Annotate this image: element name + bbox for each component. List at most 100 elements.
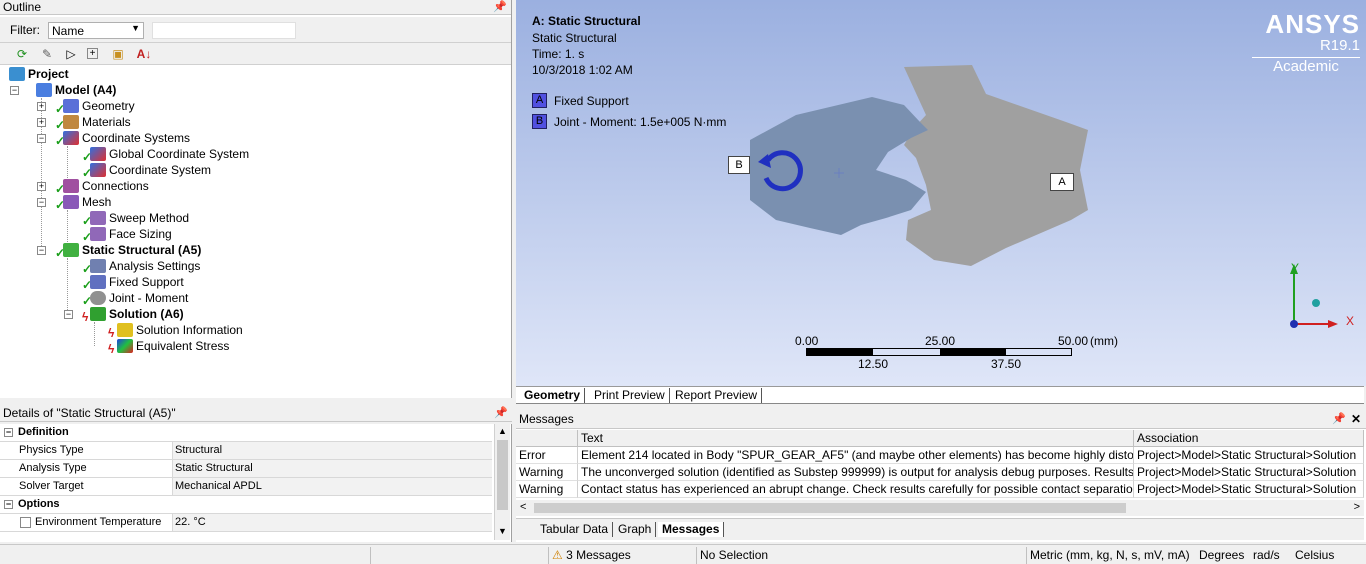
expand-icon[interactable]: + — [37, 102, 46, 111]
message-association[interactable]: Project>Model>Static Structural>Solution — [1134, 447, 1364, 464]
tree-node-coordinate-system[interactable]: Coordinate System — [90, 162, 211, 178]
expand-icon[interactable]: + — [37, 118, 46, 127]
messages-hscrollbar[interactable]: < > — [516, 500, 1364, 516]
tree-node-global-coordinate-system[interactable]: Global Coordinate System — [90, 146, 249, 162]
status-messages[interactable]: ⚠ 3 Messages — [548, 547, 696, 564]
chevron-right-icon[interactable]: > — [1354, 501, 1360, 513]
pin-icon[interactable]: 📌 — [494, 405, 508, 422]
tree-label: Analysis Settings — [109, 259, 201, 273]
tree-label: Static Structural (A5) — [82, 243, 202, 257]
details-scrollbar[interactable]: ▲ ▼ — [494, 424, 510, 540]
details-row-value[interactable]: Static Structural — [173, 460, 492, 477]
gear-model[interactable] — [736, 60, 1116, 280]
eraser-icon[interactable]: ✎ — [39, 46, 55, 62]
scrollbar-thumb[interactable] — [497, 440, 508, 510]
collapse-icon[interactable]: − — [4, 428, 13, 437]
tree-node-mesh[interactable]: Mesh — [63, 194, 111, 210]
details-row[interactable]: Analysis Type Static Structural — [0, 460, 492, 478]
collapse-icon[interactable]: − — [37, 134, 46, 143]
chevron-down-icon[interactable]: ▼ — [498, 526, 507, 536]
model-icon — [36, 83, 52, 97]
message-type[interactable]: Error — [516, 447, 578, 464]
details-row[interactable]: Physics Type Structural — [0, 442, 492, 460]
expand-all-icon[interactable]: + — [87, 48, 98, 59]
bottom-tabs: Tabular Data Graph Messages — [516, 518, 1364, 540]
filter-select[interactable]: Name ▼ — [48, 22, 144, 39]
collapse-icon[interactable]: − — [4, 500, 13, 509]
tree-node-project[interactable]: Project — [9, 66, 69, 82]
tree-node-geometry[interactable]: Geometry — [63, 98, 135, 114]
tag-icon[interactable]: ▷ — [63, 46, 79, 62]
message-type[interactable]: Warning — [516, 481, 578, 498]
legend-label-a: Fixed Support — [554, 94, 629, 108]
filter-search-input[interactable] — [152, 22, 296, 39]
tab-messages[interactable]: Messages — [658, 522, 725, 537]
tree-node-coordinate-systems[interactable]: Coordinate Systems — [63, 130, 190, 146]
scrollbar-thumb[interactable] — [534, 503, 1126, 513]
tree-node-connections[interactable]: Connections — [63, 178, 149, 194]
tree-node-solution-information[interactable]: Solution Information — [117, 322, 243, 338]
graphics-viewport[interactable]: A: Static Structural Static Structural T… — [516, 0, 1366, 386]
checkbox[interactable] — [20, 517, 31, 528]
tree-label: Sweep Method — [109, 211, 190, 225]
message-type[interactable]: Warning — [516, 464, 578, 481]
pin-icon[interactable]: 📌 — [1332, 410, 1346, 429]
collapse-icon[interactable]: − — [64, 310, 73, 319]
tree-node-solution[interactable]: Solution (A6) — [90, 306, 184, 322]
chevron-up-icon[interactable]: ▲ — [498, 426, 507, 436]
tree-node-analysis-settings[interactable]: Analysis Settings — [90, 258, 200, 274]
status-rate[interactable]: rad/s — [1250, 547, 1292, 564]
pin-icon[interactable]: 📌 — [493, 0, 507, 15]
tree-node-model[interactable]: Model (A4) — [36, 82, 116, 98]
close-icon[interactable]: ✕ — [1351, 410, 1361, 429]
tree-node-static-structural[interactable]: Static Structural (A5) — [63, 242, 201, 258]
chevron-left-icon[interactable]: < — [520, 501, 526, 513]
status-bar: ⚠ 3 Messages No Selection Metric (mm, kg… — [0, 544, 1366, 564]
tree-node-face-sizing[interactable]: Face Sizing — [90, 226, 172, 242]
details-row[interactable]: Solver Target Mechanical APDL — [0, 478, 492, 496]
label-a[interactable]: A — [1050, 173, 1074, 191]
tree-node-fixed-support[interactable]: Fixed Support — [90, 274, 184, 290]
column-text[interactable]: Text — [578, 430, 1134, 447]
details-row-value[interactable]: 22. °C — [173, 514, 492, 531]
legend-key-b: B — [532, 114, 547, 129]
status-temperature[interactable]: Celsius — [1292, 547, 1364, 564]
details-row-value[interactable]: Structural — [173, 442, 492, 459]
tab-tabular-data[interactable]: Tabular Data — [536, 522, 614, 537]
tab-graph[interactable]: Graph — [614, 522, 657, 537]
tree-node-materials[interactable]: Materials — [63, 114, 131, 130]
tab-print-preview[interactable]: Print Preview — [590, 388, 670, 403]
sort-icon[interactable]: A↓ — [136, 46, 152, 62]
tree-node-equivalent-stress[interactable]: Equivalent Stress — [117, 338, 229, 354]
message-text[interactable]: Element 214 located in Body "SPUR_GEAR_A… — [578, 447, 1134, 464]
tree-label: Coordinate System — [109, 163, 212, 177]
message-text[interactable]: Contact status has experienced an abrupt… — [578, 481, 1134, 498]
folder-icon[interactable]: ▣ — [110, 46, 126, 62]
expand-icon[interactable]: + — [37, 182, 46, 191]
status-units[interactable]: Metric (mm, kg, N, s, mV, mA) — [1026, 547, 1196, 564]
collapse-icon[interactable]: − — [10, 86, 19, 95]
details-row[interactable]: Environment Temperature 22. °C — [0, 514, 492, 532]
gear-right[interactable] — [904, 65, 1088, 266]
details-row-value[interactable]: Mechanical APDL — [173, 478, 492, 495]
collapse-icon[interactable]: − — [37, 246, 46, 255]
tree-node-sweep-method[interactable]: Sweep Method — [90, 210, 189, 226]
label-b[interactable]: B — [728, 156, 750, 174]
column-association[interactable]: Association — [1134, 430, 1364, 447]
details-section-options[interactable]: − Options — [0, 496, 492, 514]
collapse-icon[interactable]: − — [37, 198, 46, 207]
equivalent-stress-icon — [117, 339, 133, 353]
tab-report-preview[interactable]: Report Preview — [671, 388, 763, 403]
details-section-definition[interactable]: − Definition — [0, 424, 492, 442]
message-association[interactable]: Project>Model>Static Structural>Solution — [1134, 464, 1364, 481]
refresh-icon[interactable]: ⟳ — [14, 46, 30, 62]
project-icon — [9, 67, 25, 81]
column-type[interactable] — [516, 430, 578, 447]
message-association[interactable]: Project>Model>Static Structural>Solution — [1134, 481, 1364, 498]
gear-left[interactable] — [750, 97, 928, 235]
message-text[interactable]: The unconverged solution (identified as … — [578, 464, 1134, 481]
tab-geometry[interactable]: Geometry — [520, 388, 586, 403]
joint-moment-icon — [90, 291, 106, 305]
status-angle[interactable]: Degrees — [1196, 547, 1250, 564]
tree-node-joint-moment[interactable]: Joint - Moment — [90, 290, 188, 306]
